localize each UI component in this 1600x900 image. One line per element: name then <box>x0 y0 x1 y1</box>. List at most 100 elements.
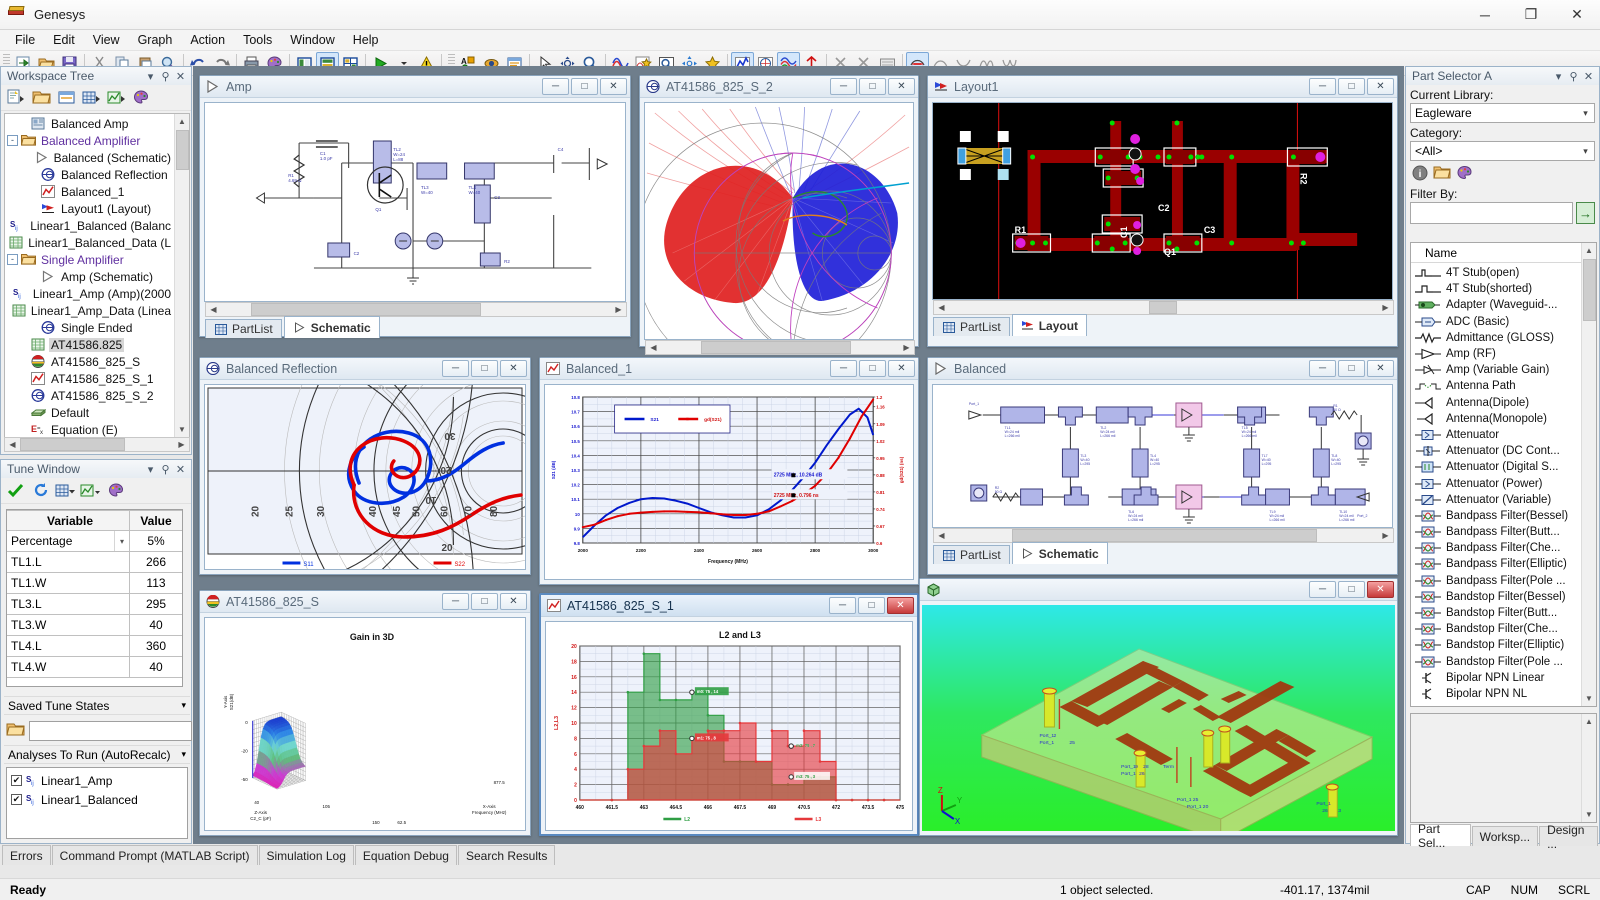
part-list-item-15[interactable]: Bandpass Filter(Bessel) <box>1413 508 1580 524</box>
part-list-item-0[interactable]: 4T Stub(open) <box>1413 265 1580 281</box>
part-list-item-11[interactable]: Attenuator (DC Cont... <box>1413 443 1580 459</box>
s2-scroll-right-icon[interactable]: ▶ <box>899 340 914 355</box>
balanced-scroll-left-icon[interactable]: ◀ <box>934 528 949 543</box>
saved-tune-states-chevron-icon[interactable]: ▾ <box>181 700 186 711</box>
mdi-maximize-s3d[interactable]: □ <box>471 593 498 610</box>
category-combo[interactable]: <All> ▾ <box>1410 141 1595 161</box>
tune-variable-cell[interactable]: TL4.L <box>7 636 130 657</box>
tab-balanced-schematic[interactable]: Schematic <box>1011 542 1108 564</box>
part-list-item-1[interactable]: 4T Stub(shorted) <box>1413 281 1580 297</box>
mdi-minimize-balref[interactable]: ─ <box>442 360 469 377</box>
preview-scroll-down-icon[interactable]: ▼ <box>1582 807 1596 822</box>
tune-variable-cell[interactable]: TL4.W <box>7 657 130 678</box>
filter-input[interactable] <box>1410 202 1573 224</box>
tune-value-cell[interactable]: 360 <box>130 636 182 657</box>
gain-3d-chart[interactable]: Gain in 3D 0 -20 -50 Y-Axis S21(dB) 40 105 150 62… <box>204 617 526 831</box>
new-schematic-icon[interactable] <box>54 87 78 109</box>
workspace-tree-vscroll[interactable]: ▲ ▼ <box>174 114 189 437</box>
part-list-item-18[interactable]: Bandpass Filter(Elliptic) <box>1413 556 1580 572</box>
tune-variable-table[interactable]: Variable Value Percentage ▾ 5% TL1.L 266 TL1.W 1… <box>6 509 183 687</box>
layout1-canvas[interactable]: R1 C2 C3 Q1 R2 C1 <box>932 102 1393 300</box>
balanced-1-chart[interactable]: 9.8 9.9 10 10.1 10.2 10.3 10.4 10.5 10.6 10.7 10.8… <box>544 384 914 580</box>
workspace-tree-close-icon[interactable]: ✕ <box>173 69 188 84</box>
window-close-button[interactable]: ✕ <box>1554 0 1600 30</box>
mdi-close-balanced[interactable]: ✕ <box>1367 360 1394 377</box>
amp-scroll-left-icon[interactable]: ◀ <box>206 302 221 317</box>
mdi-window-balanced-1[interactable]: Balanced_1 ─ □ ✕ 9.8 9.9 10 10.1 10.2 10.3 10.… <box>539 357 919 585</box>
mdi-titlebar-at41586-825-s[interactable]: AT41586_825_S ─ □ ✕ <box>200 591 530 613</box>
tune-row-5[interactable]: TL4.L 360 <box>7 636 182 657</box>
tree-scroll-left-icon[interactable]: ◀ <box>5 437 20 452</box>
part-preview-pane[interactable]: ▲ ▼ <box>1410 713 1597 823</box>
chevron-down-icon[interactable]: ▾ <box>114 531 129 551</box>
mdi-maximize-s2[interactable]: □ <box>859 78 886 95</box>
part-list-item-21[interactable]: Bandstop Filter(Butt... <box>1413 605 1580 621</box>
mdi-close-s2[interactable]: ✕ <box>888 78 915 95</box>
open-folder-icon[interactable] <box>6 722 25 741</box>
tab-layout1-partlist[interactable]: PartList <box>933 317 1010 336</box>
balanced-scroll-right-icon[interactable]: ▶ <box>1378 528 1393 543</box>
mdi-titlebar-at41586-825-s-2[interactable]: AT41586_825_S_2 ─ □ ✕ <box>640 76 918 98</box>
info-icon[interactable]: i <box>1412 165 1428 184</box>
layout1-hscroll[interactable]: ◀ ▶ <box>933 300 1394 315</box>
palette-icon[interactable] <box>104 480 128 502</box>
part-list-item-22[interactable]: Bandstop Filter(Che... <box>1413 621 1580 637</box>
chevron-down-icon[interactable]: ▾ <box>1577 104 1594 122</box>
tab-balanced-partlist[interactable]: PartList <box>933 545 1010 564</box>
part-selector-close-icon[interactable]: ✕ <box>1581 69 1596 84</box>
saved-tune-states-input[interactable] <box>29 721 192 741</box>
dock-tab-0[interactable]: Part Sel... <box>1410 822 1471 850</box>
mdi-titlebar-layout1[interactable]: Layout1 ─ □ ✕ <box>928 76 1397 98</box>
tree-node-10[interactable]: Sij Linear1_Amp (Amp)(2000 <box>5 285 173 302</box>
layout3d-canvas[interactable]: Port_1 2 Port_1 25 Port_1 9 Port_1 26 28 Ter… <box>922 605 1395 831</box>
mdi-titlebar-balanced-reflection[interactable]: Balanced Reflection ─ □ ✕ <box>200 358 530 380</box>
tune-row-3[interactable]: TL3.L 295 <box>7 594 182 615</box>
analyses-chevron-icon[interactable]: ▾ <box>181 749 186 760</box>
palette-icon[interactable] <box>129 87 153 109</box>
mdi-close-s3d[interactable]: ✕ <box>500 593 527 610</box>
tree-node-3[interactable]: Balanced Reflection <box>5 166 173 183</box>
mdi-window-amp[interactable]: Amp ─ □ ✕ C1 1.0 pF R1 4.69 Ω TL2 W=24 L… <box>199 75 631 338</box>
menu-file[interactable]: File <box>6 31 44 49</box>
tab-amp-partlist[interactable]: PartList <box>205 319 282 338</box>
s2-scroll-left-icon[interactable]: ◀ <box>646 340 661 355</box>
tree-scroll-up-icon[interactable]: ▲ <box>175 114 189 129</box>
output-tab-0[interactable]: Errors <box>2 845 51 865</box>
at41586-825-s-2-smith-canvas[interactable] <box>644 102 914 340</box>
mdi-close-bal1[interactable]: ✕ <box>888 360 915 377</box>
output-tab-4[interactable]: Search Results <box>457 845 556 865</box>
mdi-titlebar-at41586-825-s-1[interactable]: AT41586_825_S_1 ─ □ ✕ <box>541 595 917 617</box>
window-maximize-button[interactable]: ❐ <box>1508 0 1554 30</box>
part-scroll-up-icon[interactable]: ▲ <box>1582 243 1596 258</box>
tune-variable-cell[interactable]: TL1.W <box>7 573 130 594</box>
menu-view[interactable]: View <box>84 31 129 49</box>
dock-tab-1[interactable]: Worksp... <box>1471 826 1539 846</box>
new-item-icon[interactable] <box>4 87 28 109</box>
tree-node-0[interactable]: Balanced Amp <box>5 115 173 132</box>
tree-node-15[interactable]: AT41586_825_S_1 <box>5 370 173 387</box>
analysis-row-1[interactable]: ✔ Sij Linear1_Balanced <box>11 790 183 809</box>
tree-scroll-down-icon[interactable]: ▼ <box>175 422 189 437</box>
balanced-reflection-canvas[interactable]: 20 25 30 40 45 50 60 70 80 30 20 10 20 S… <box>204 384 526 570</box>
menu-edit[interactable]: Edit <box>44 31 84 49</box>
amp-hscroll[interactable]: ◀ ▶ <box>205 302 627 317</box>
current-library-combo[interactable]: Eagleware ▾ <box>1410 103 1595 123</box>
part-list-item-26[interactable]: Bipolar NPN NL <box>1413 686 1580 702</box>
tree-node-18[interactable]: E = x Equation (E) <box>5 421 173 437</box>
mdi-titlebar-balanced[interactable]: Balanced ─ □ ✕ <box>928 358 1397 380</box>
mdi-titlebar-amp[interactable]: Amp ─ □ ✕ <box>200 76 630 98</box>
part-list-vscroll[interactable]: ▲ ▼ <box>1581 243 1596 706</box>
mdi-close-s1[interactable]: ✕ <box>887 597 914 614</box>
part-selector-pin-icon[interactable]: ⚲ <box>1566 69 1581 84</box>
part-list-item-5[interactable]: Amp (RF) <box>1413 346 1580 362</box>
workspace-tree[interactable]: Balanced Amp - Balanced Amplifier Balanced … <box>4 113 190 438</box>
tune-row-4[interactable]: TL3.W 40 <box>7 615 182 636</box>
l2-l3-bar-chart[interactable]: L2 and L3 0 2 4 6 8 10 12 14 16 18 20 460 461.5 463 464… <box>545 621 913 831</box>
tree-node-8[interactable]: - Single Amplifier <box>5 251 173 268</box>
analysis-row-0[interactable]: ✔ Sij Linear1_Amp <box>11 771 183 790</box>
mdi-maximize-amp[interactable]: □ <box>571 78 598 95</box>
balanced-schematic-canvas[interactable]: TL1 W=24 mil L=266 mil TL2 W=24 mil L=266 mi… <box>932 384 1393 528</box>
amp-scroll-right-icon[interactable]: ▶ <box>611 302 626 317</box>
preview-scroll-up-icon[interactable]: ▲ <box>1582 714 1596 729</box>
part-scroll-down-icon[interactable]: ▼ <box>1582 691 1596 706</box>
